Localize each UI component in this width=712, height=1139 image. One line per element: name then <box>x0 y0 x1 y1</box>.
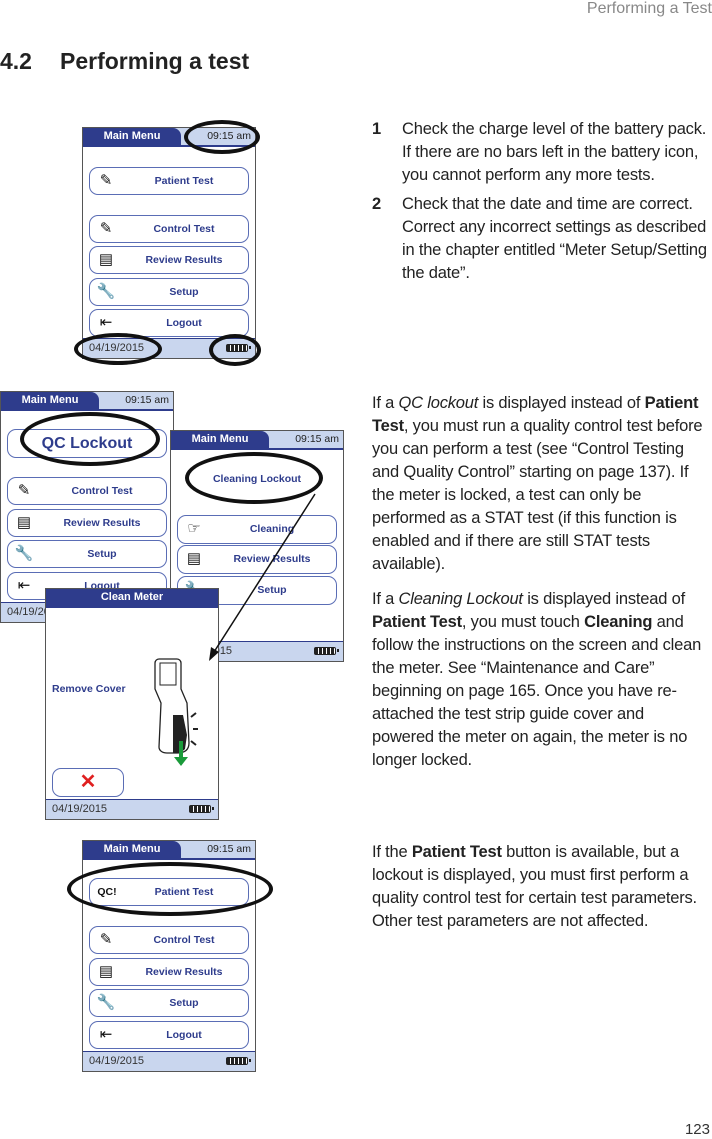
setup-label: Setup <box>169 997 199 1009</box>
control-test-label: Control Test <box>153 934 215 946</box>
qc-warning-badge: QC! <box>97 886 117 898</box>
meter-screen-patient-test-qc: Main Menu 09:15 am QC! Patient Test ✎ Contr… <box>82 840 256 1072</box>
dropper-icon: ✎ <box>99 931 113 948</box>
main-menu-tab: Main Menu <box>83 841 181 858</box>
patient-test-paragraph: If the Patient Test button is available,… <box>372 843 697 930</box>
setup-button[interactable]: 🔧 Setup <box>89 989 249 1017</box>
manual-page: Performing a Test 4.2 Performing a test M… <box>0 0 712 1139</box>
cleaning-lockout-paragraph: If a Cleaning Lockout is displayed inste… <box>372 590 702 769</box>
date-display: 04/19/2015 <box>89 1055 145 1067</box>
patient-test-button[interactable]: QC! Patient Test <box>89 878 249 906</box>
review-results-button[interactable]: ▤ Review Results <box>89 958 249 986</box>
control-test-button[interactable]: ✎ Control Test <box>89 926 249 954</box>
patient-test-label: Patient Test <box>154 886 214 898</box>
patient-test-text: If the Patient Test button is available,… <box>372 841 710 945</box>
lockout-text: If a QC lockout is displayed instead of … <box>372 392 710 784</box>
logout-door-icon: ⇤ <box>99 1026 113 1043</box>
review-results-label: Review Results <box>145 966 223 978</box>
screen-footer: 04/19/2015 <box>83 1051 255 1071</box>
book-icon: ▤ <box>98 963 114 980</box>
wrench-icon: 🔧 <box>96 994 116 1011</box>
logout-button[interactable]: ⇤ Logout <box>89 1021 249 1049</box>
time-display: 09:15 am <box>207 843 251 855</box>
screen-header: Main Menu 09:15 am <box>83 841 255 860</box>
logout-label: Logout <box>166 1029 202 1041</box>
battery-icon <box>226 1057 251 1065</box>
page-number: 123 <box>684 1121 710 1138</box>
qc-lockout-paragraph: If a QC lockout is displayed instead of … <box>372 394 703 573</box>
